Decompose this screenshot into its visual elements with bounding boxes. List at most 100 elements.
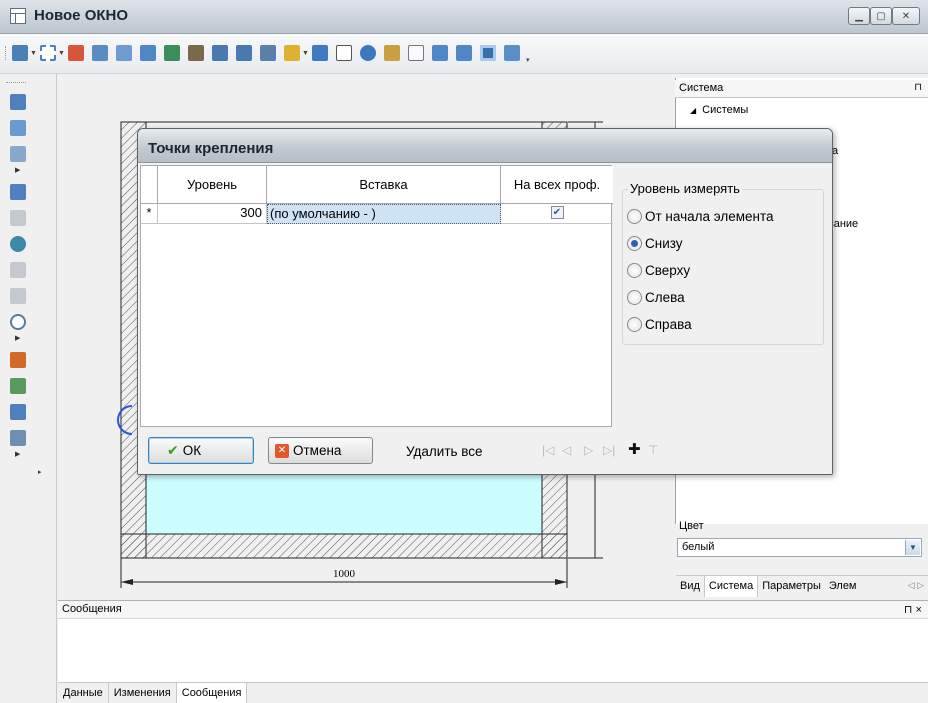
toolbar-grip-icon[interactable]	[5, 46, 8, 60]
insert-icon[interactable]	[92, 45, 108, 61]
tab-system[interactable]: Система	[703, 576, 759, 597]
color-select[interactable]: белый ▼	[677, 538, 922, 557]
chevron-down-icon[interactable]: ▼	[302, 50, 309, 57]
pin-icon[interactable]	[10, 352, 26, 368]
filter-icon[interactable]	[188, 45, 204, 61]
tab-changes[interactable]: Изменения	[109, 683, 177, 703]
edit-document-icon[interactable]	[10, 146, 26, 162]
settings-icon[interactable]	[504, 45, 520, 61]
all-profiles-checkbox[interactable]: ✔	[550, 206, 564, 219]
radio-right[interactable]: Справа	[627, 317, 692, 332]
mount-points-grid: Уровень Вставка На всех проф. * 300 (по …	[140, 165, 613, 427]
table-icon[interactable]	[312, 45, 328, 61]
chevron-right-icon[interactable]: ▶	[15, 334, 20, 342]
last-record-icon[interactable]: ▷|	[603, 443, 615, 457]
chevron-right-icon[interactable]: ▶	[15, 450, 20, 458]
checkmark-icon: ✔	[167, 442, 179, 458]
radio-button[interactable]	[627, 209, 642, 224]
radio-button[interactable]	[627, 263, 642, 278]
dialog-title: Точки крепления	[148, 140, 274, 157]
frame-bottom-hatch	[120, 533, 568, 559]
copy-icon[interactable]	[116, 45, 132, 61]
grid-icon[interactable]	[480, 45, 496, 61]
move-icon[interactable]	[10, 236, 26, 252]
paste-icon[interactable]	[140, 45, 156, 61]
column-header-all-profiles[interactable]: На всех проф.	[501, 166, 613, 204]
cancel-button-label: Отмена	[293, 443, 342, 458]
expand-icon[interactable]: ▸	[38, 468, 42, 476]
print-icon[interactable]	[336, 45, 352, 61]
level-cell[interactable]: 300	[158, 204, 267, 224]
edit-icon[interactable]	[284, 45, 300, 61]
layout-icon[interactable]	[10, 404, 26, 420]
overflow-icon[interactable]: ▾	[526, 56, 530, 64]
tab-scroll-arrows-icon[interactable]: ◁ ▷	[908, 580, 924, 591]
home-icon[interactable]	[384, 45, 400, 61]
tab-view[interactable]: Вид	[676, 576, 704, 597]
prev-record-icon[interactable]: ◁	[562, 443, 571, 457]
tab-messages[interactable]: Сообщения	[176, 683, 248, 703]
radio-bottom[interactable]: Снизу	[627, 236, 683, 251]
radio-button[interactable]	[627, 317, 642, 332]
select-frame-icon[interactable]	[40, 45, 56, 61]
properties-icon[interactable]	[10, 430, 26, 446]
radio-left[interactable]: Слева	[627, 290, 685, 305]
sidebar-grip-icon[interactable]	[6, 82, 26, 85]
all-profiles-cell[interactable]: ✔	[501, 204, 613, 224]
split-icon[interactable]	[212, 45, 228, 61]
bottom-tabs: Данные Изменения Сообщения	[58, 682, 928, 703]
remove-record-icon[interactable]: ⊤	[648, 443, 658, 457]
undo-icon[interactable]	[10, 262, 26, 278]
tab-parameters[interactable]: Параметры	[758, 576, 825, 597]
tree-item-systems[interactable]: ◢ Системы	[690, 104, 748, 116]
close-button[interactable]: ✕	[892, 7, 920, 25]
window-icon[interactable]	[432, 45, 448, 61]
export-icon[interactable]	[456, 45, 472, 61]
first-record-icon[interactable]: |◁	[542, 443, 554, 457]
column-header-insert[interactable]: Вставка	[267, 166, 501, 204]
panel-controls-icon[interactable]: ⊓ ×	[904, 603, 922, 616]
dialog-titlebar[interactable]: Точки крепления	[138, 129, 832, 163]
maximize-button[interactable]: ▢	[870, 7, 892, 25]
row-header-column	[141, 166, 158, 204]
zoom-icon[interactable]	[10, 314, 26, 330]
column-icon[interactable]	[260, 45, 276, 61]
radio-top[interactable]: Сверху	[627, 263, 690, 278]
report-icon[interactable]	[360, 45, 376, 61]
minimize-button[interactable]: ▁	[848, 7, 870, 25]
add-record-icon[interactable]: ✚	[628, 440, 641, 458]
window-icon	[10, 8, 26, 24]
disabled-icon[interactable]	[10, 210, 26, 226]
tree-item-label: Системы	[702, 104, 749, 116]
next-record-icon[interactable]: ▷	[584, 443, 593, 457]
delete-all-button[interactable]: Удалить все	[406, 444, 483, 459]
new-element-icon[interactable]	[12, 45, 28, 61]
ok-button[interactable]: ✔ ОК	[148, 437, 254, 464]
save-as-icon[interactable]	[10, 120, 26, 136]
insert-cell[interactable]: (по умолчанию - )	[267, 204, 501, 224]
document-icon[interactable]	[408, 45, 424, 61]
add-image-icon[interactable]	[10, 378, 26, 394]
chevron-right-icon[interactable]: ▶	[15, 166, 20, 174]
color-label: Цвет	[679, 520, 704, 532]
chevron-down-icon[interactable]: ▼	[30, 50, 37, 57]
save-icon[interactable]	[10, 94, 26, 110]
collapse-arrow-icon[interactable]: ◢	[690, 106, 696, 115]
redo-icon[interactable]	[10, 288, 26, 304]
dropdown-arrow-icon[interactable]: ▼	[905, 540, 920, 555]
pin-icon[interactable]: ⊓	[914, 82, 922, 93]
tab-data[interactable]: Данные	[58, 683, 109, 703]
chevron-down-icon[interactable]: ▼	[58, 50, 65, 57]
radio-button[interactable]	[627, 290, 642, 305]
delete-element-icon[interactable]	[68, 45, 84, 61]
radio-button-selected[interactable]	[627, 236, 642, 251]
tab-elements[interactable]: Элем	[825, 576, 861, 597]
radio-from-start[interactable]: От начала элемента	[627, 209, 774, 224]
column-header-level[interactable]: Уровень	[158, 166, 267, 204]
rotate-icon[interactable]	[164, 45, 180, 61]
radio-label: От начала элемента	[645, 209, 774, 224]
main-toolbar: ▼ ▼ ▼ ▾	[0, 34, 928, 74]
duplicate-icon[interactable]	[10, 184, 26, 200]
merge-icon[interactable]	[236, 45, 252, 61]
cancel-button[interactable]: ✕ Отмена	[268, 437, 373, 464]
